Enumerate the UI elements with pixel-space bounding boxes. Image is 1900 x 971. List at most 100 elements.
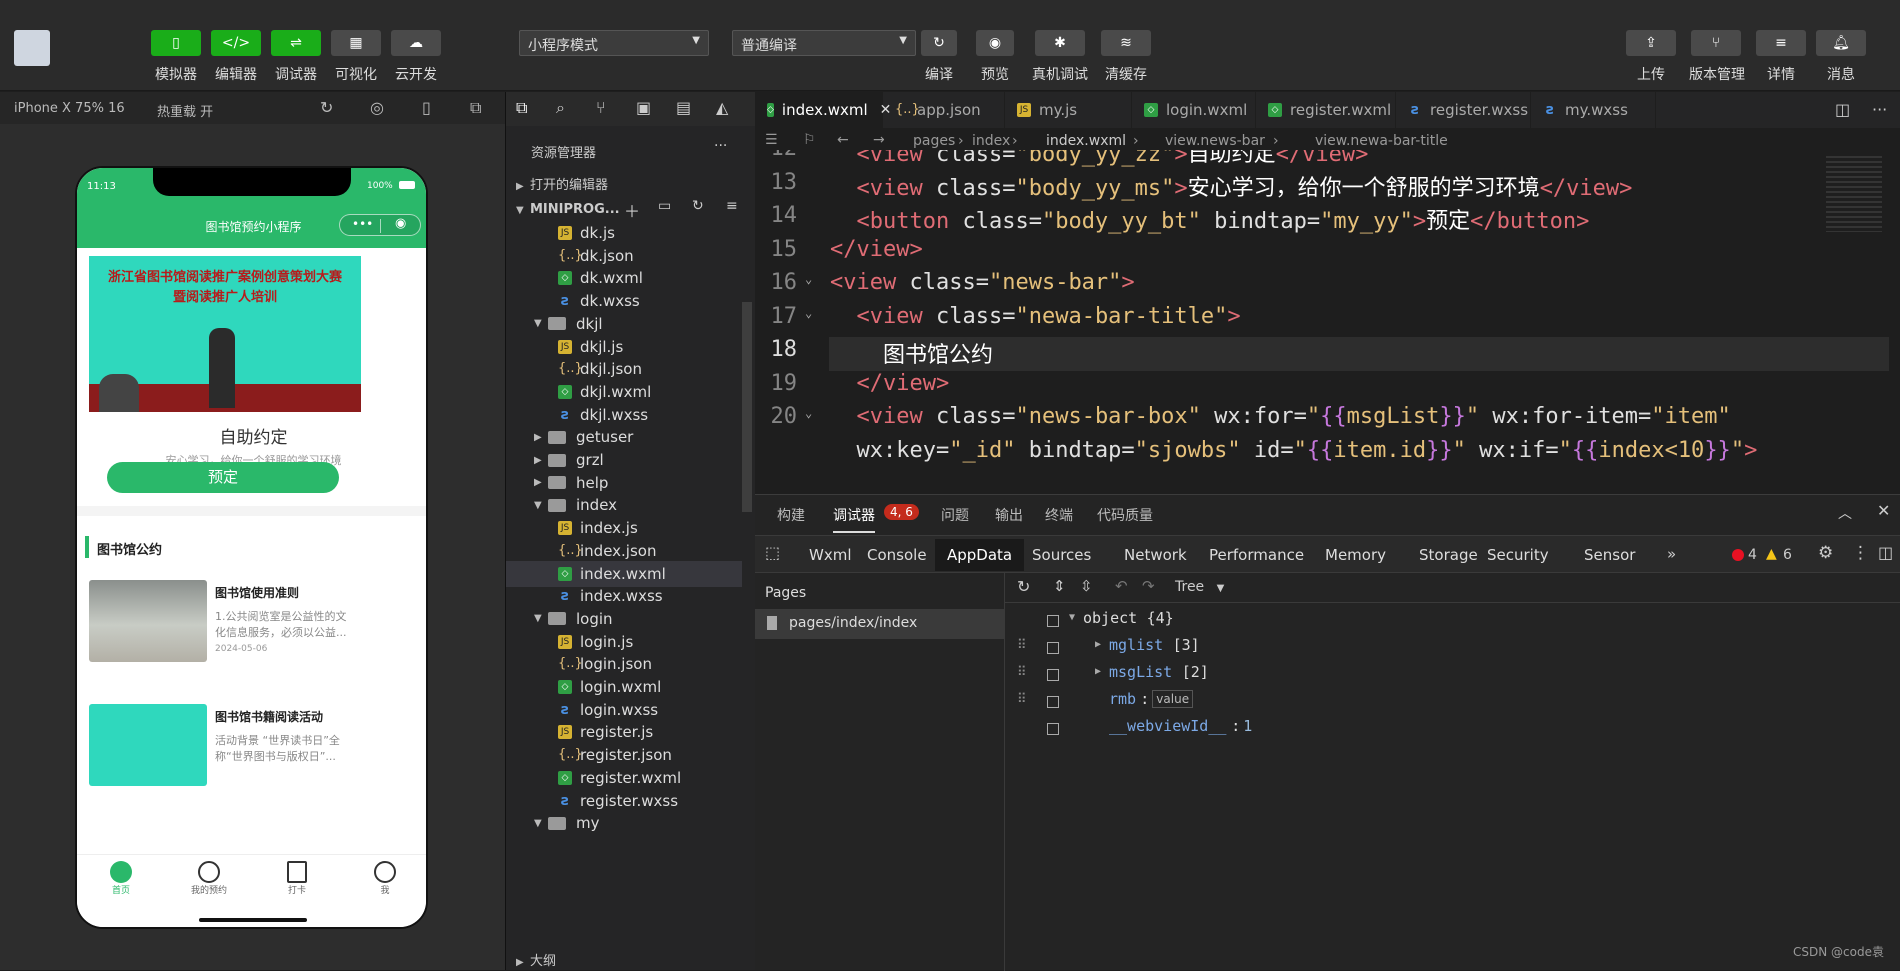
devtools-top-tab[interactable]: 终端 [1045,505,1073,525]
expand-all-icon[interactable]: ⇕ [1053,577,1066,595]
messages-button[interactable]: 🔔︎ [1816,30,1866,56]
devtools-panel-tab[interactable]: Sensor [1572,539,1647,571]
close-miniprogram-icon[interactable]: ◉ [395,216,406,231]
refresh-icon[interactable]: ↻ [692,198,704,214]
editor-tab[interactable]: ƨ my.wxss [1531,92,1656,128]
kebab-icon[interactable]: ⋮ [1852,543,1869,563]
edit-icon[interactable] [1047,642,1059,654]
tab-bookings[interactable]: 我的预约 [165,855,253,905]
editor-tab[interactable]: ƨ register.wxss [1396,92,1531,128]
edit-icon[interactable] [1047,696,1059,708]
warning-count[interactable]: 6 [1783,547,1792,563]
appdata-row[interactable]: __webviewId__:1 [1005,717,1885,741]
fold-icon[interactable]: ⌄ [805,306,812,320]
redo-icon[interactable]: ↷ [1142,577,1155,595]
version-button[interactable]: ⑂ [1691,30,1741,56]
remote-debug-button[interactable]: ✱ [1035,30,1085,56]
appdata-row[interactable]: ▼ object {4} [1005,609,1885,633]
settings-icon[interactable]: ⚙ [1818,543,1833,563]
refresh-icon[interactable]: ↻ [1017,577,1030,596]
stop-icon[interactable]: ◎ [370,98,384,117]
error-count[interactable]: 4 [1748,547,1757,563]
book-button[interactable]: 预定 [107,462,339,493]
new-folder-icon[interactable]: ▭ [658,198,671,214]
editor-tab[interactable]: {..} app.json [883,92,1005,128]
edit-icon[interactable] [1047,669,1059,681]
mode-select[interactable]: 小程序模式 ▼ [519,30,709,56]
list-icon[interactable]: ☰ [765,132,778,148]
devtools-panel-tab[interactable]: Memory [1313,539,1398,571]
debugger-toggle-button[interactable]: ⇌ [271,30,321,56]
drag-handle-icon[interactable]: ⠿ [1017,692,1027,707]
devtools-top-tab[interactable]: 输出 [995,505,1023,525]
popout-icon[interactable]: ⧉ [470,98,481,118]
devtools-top-tab[interactable]: 调试器 [833,505,875,533]
tab-checkin[interactable]: 打卡 [253,855,341,905]
project-section[interactable]: ▼ MINIPROG... [516,202,620,217]
phone-icon[interactable]: ▯ [422,98,431,117]
breadcrumb-pages[interactable]: pages [913,133,955,149]
devtools-panel-tab[interactable]: Security [1475,539,1561,571]
news-item[interactable]: 图书馆书籍阅读活动 活动背景 “世界读书日”全称“世界图书与版权日”... [77,698,426,793]
editor-tab[interactable]: ◇ index.wxml ✕ [755,92,891,128]
view-mode-select[interactable]: Tree ▼ [1175,579,1224,595]
split-editor-icon[interactable]: ◫ [1835,100,1850,119]
preview-button[interactable]: ◉ [976,30,1014,56]
back-icon[interactable]: ← [837,132,849,148]
devtools-panel-tab[interactable]: Console [855,539,939,571]
devtools-panel-tab[interactable]: AppData [935,539,1025,571]
breadcrumb-file[interactable]: index.wxml [1046,133,1126,149]
drag-handle-icon[interactable]: ⠿ [1017,638,1027,653]
devtools-top-tab[interactable]: 代码质量 [1097,505,1153,525]
search-icon[interactable]: ⌕ [556,98,565,118]
clear-cache-button[interactable]: ≋ [1101,30,1151,56]
devtools-panel-tab[interactable]: Performance [1197,539,1316,571]
fold-icon[interactable]: ⌄ [805,406,812,420]
devtools-panel-tab[interactable]: Sources [1020,539,1103,571]
editor-toggle-button[interactable]: </> [211,30,261,56]
undo-icon[interactable]: ↶ [1115,577,1128,595]
upload-button[interactable]: ⇪ [1626,30,1676,56]
source-control-icon[interactable]: ⑂ [596,98,606,117]
fold-icon[interactable]: ⌄ [805,272,812,286]
forward-icon[interactable]: → [873,132,885,148]
simulator-toggle-button[interactable]: ▯ [151,30,201,56]
inspect-icon[interactable]: ⬚ [765,543,780,562]
tree-folder[interactable]: ▼ my [506,810,742,836]
chevron-right-icon[interactable]: ▶ [1095,666,1101,677]
compile-select[interactable]: 普通编译 ▼ [732,30,916,56]
avatar[interactable] [14,30,50,66]
page-list-item[interactable]: pages/index/index [755,609,1005,639]
breadcrumb-news-bar[interactable]: view.news-bar [1165,133,1265,149]
more-icon[interactable]: ••• [352,217,373,231]
chevron-down-icon[interactable]: ▼ [1069,612,1075,623]
close-panel-icon[interactable]: ✕ [1877,501,1890,520]
extensions-icon[interactable]: ▣ [636,98,651,117]
collapse-icon[interactable]: ≡ [726,198,738,214]
appdata-row[interactable]: ⠿ rmb: value [1005,690,1885,714]
hot-reload-toggle[interactable]: 热重载 开 [157,101,213,120]
collapse-all-icon[interactable]: ⇳ [1080,577,1093,595]
editor-tab[interactable]: ◇ login.wxml [1132,92,1256,128]
cloud-button[interactable]: ☁ [391,30,441,56]
refresh-icon[interactable]: ↻ [320,98,333,117]
appdata-row[interactable]: ⠿ ▶ msgList [2] [1005,663,1885,687]
breadcrumb-title[interactable]: view.newa-bar-title [1315,133,1448,149]
editor-tab[interactable]: ◇ register.wxml [1256,92,1396,128]
chevron-right-icon[interactable]: ▶ [1095,639,1101,650]
banner-image[interactable]: 浙江省图书馆阅读推广案例创意策划大赛 暨阅读推广人培训 [89,256,361,412]
device-select[interactable]: iPhone X 75% 16 [14,101,125,116]
drag-handle-icon[interactable]: ⠿ [1017,665,1027,680]
explorer-scrollbar[interactable] [742,302,752,512]
more-actions-icon[interactable]: ··· [1872,100,1887,119]
devtools-panel-tab[interactable]: Wxml [797,539,864,571]
news-item[interactable]: 图书馆使用准则 1.公共阅览室是公益性的文化信息服务，必须以公益... 2024… [77,574,426,669]
files-icon[interactable]: ⧉ [516,98,527,118]
devtools-panel-tab[interactable]: Network [1112,539,1199,571]
open-editors-section[interactable]: ▶ 打开的编辑器 [516,174,608,193]
edit-icon[interactable] [1047,615,1059,627]
more-tabs-icon[interactable]: » [1667,545,1676,563]
visual-button[interactable]: ▦ [331,30,381,56]
docker-icon[interactable]: ◭ [716,98,728,117]
edit-icon[interactable] [1047,723,1059,735]
